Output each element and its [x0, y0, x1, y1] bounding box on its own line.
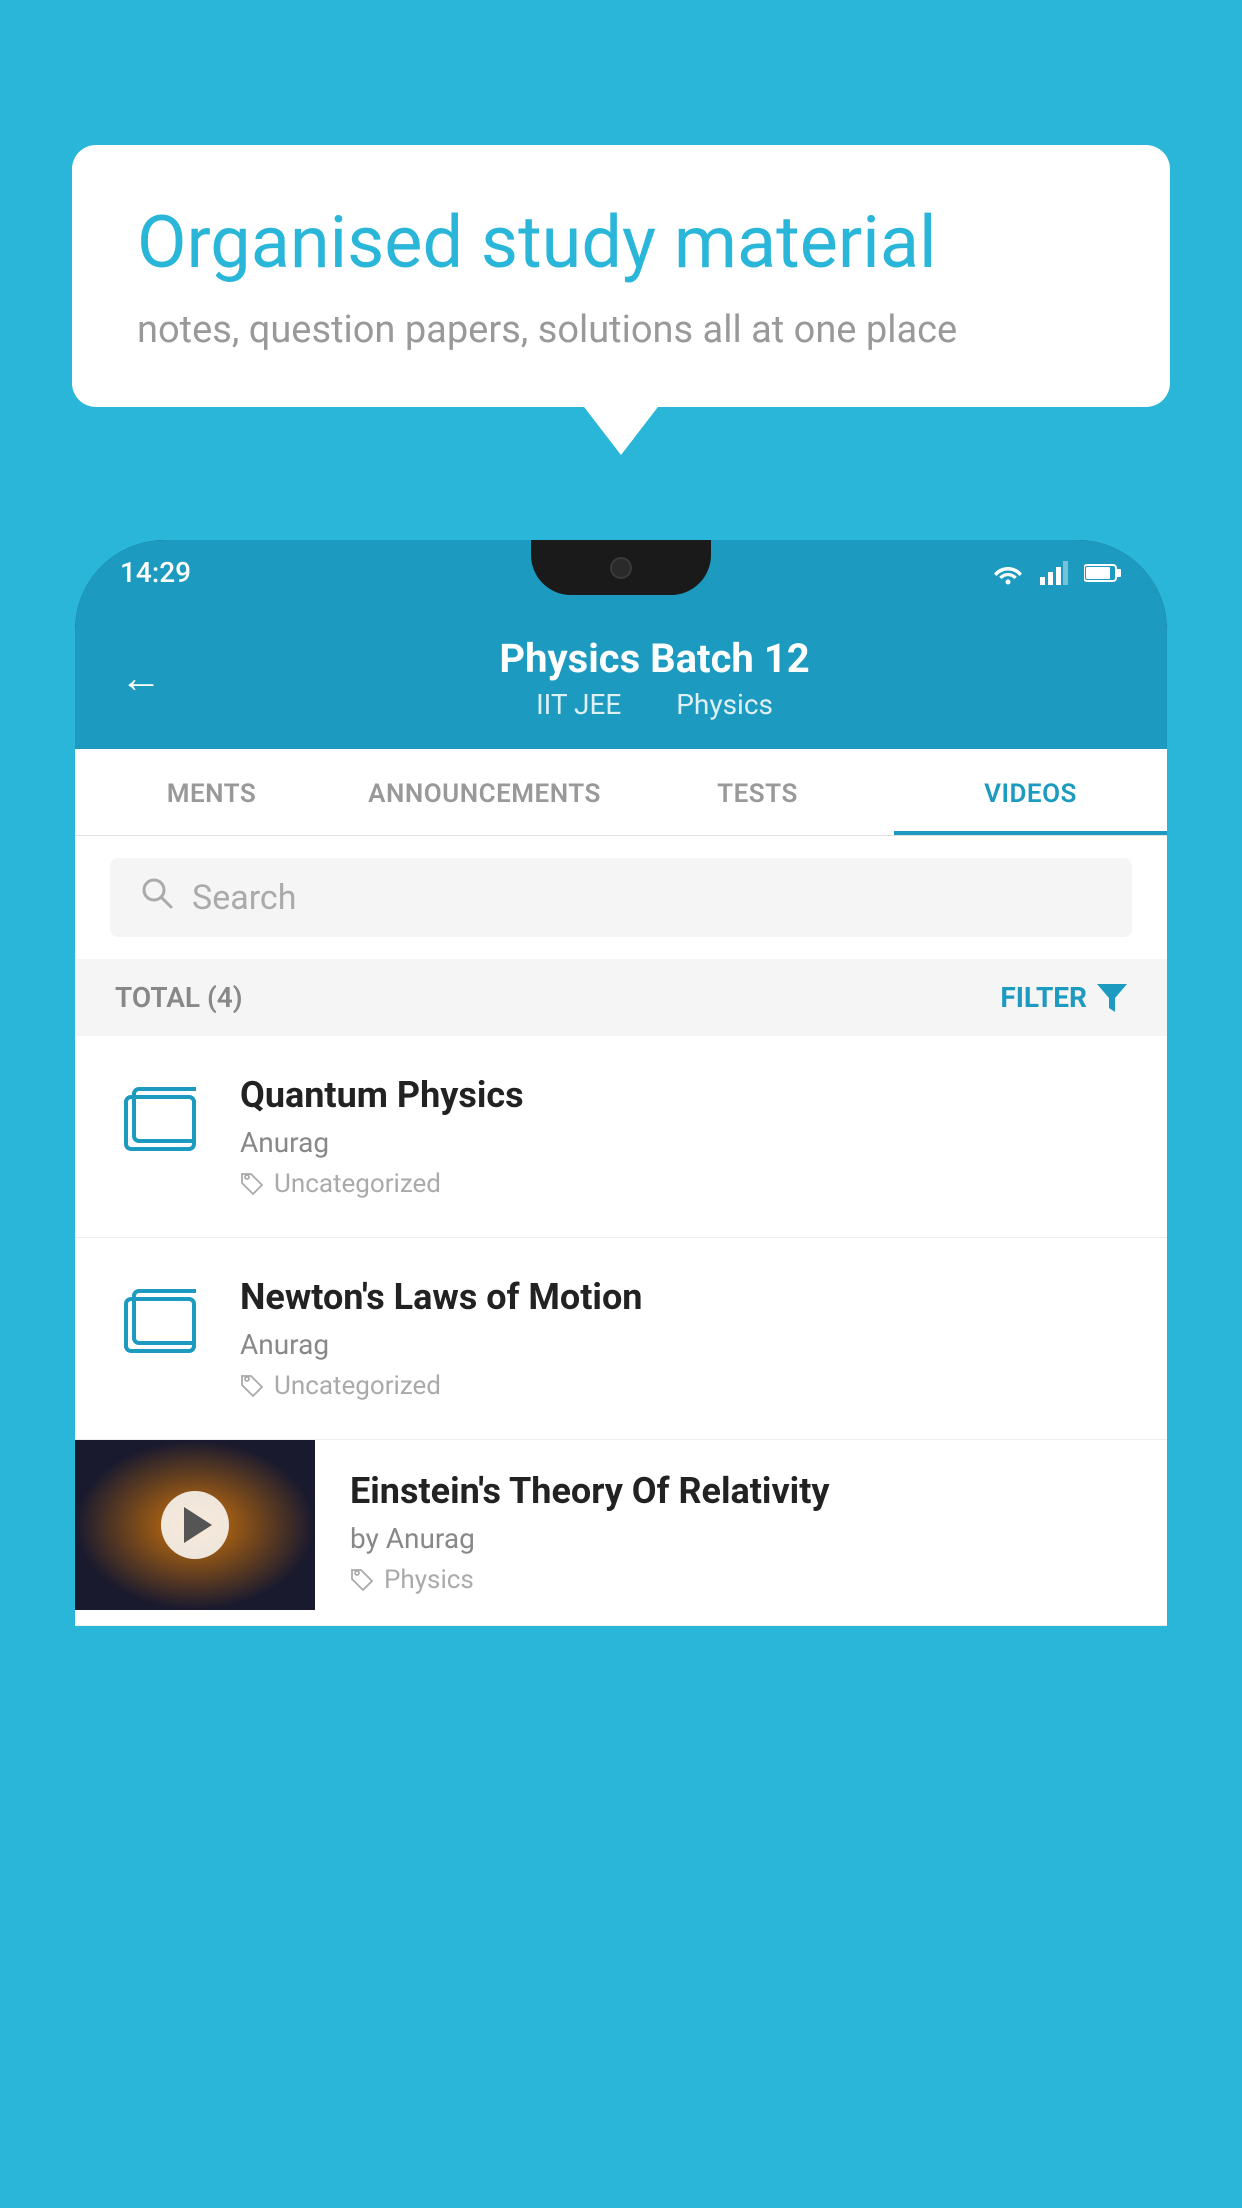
speech-bubble-container: Organised study material notes, question… — [72, 145, 1170, 407]
item-tag: Uncategorized — [240, 1169, 1127, 1199]
item-tag-text: Physics — [384, 1565, 474, 1595]
status-time: 14:29 — [120, 556, 191, 589]
battery-icon — [1084, 563, 1122, 583]
item-title: Quantum Physics — [240, 1074, 1127, 1116]
header-title-group: Physics Batch 12 IIT JEE Physics — [187, 635, 1122, 721]
list-item[interactable]: Quantum Physics Anurag Uncategorized — [75, 1036, 1167, 1238]
tag-icon — [240, 1374, 264, 1398]
tabs-bar: MENTS ANNOUNCEMENTS TESTS VIDEOS — [75, 749, 1167, 836]
search-input-wrapper[interactable]: Search — [110, 858, 1132, 937]
item-author: Anurag — [240, 1126, 1127, 1159]
bubble-title: Organised study material — [137, 200, 1105, 286]
header-subtitle-left: IIT JEE — [536, 688, 621, 721]
item-title: Newton's Laws of Motion — [240, 1276, 1127, 1318]
status-bar: 14:29 — [75, 540, 1167, 605]
item-title: Einstein's Theory Of Relativity — [350, 1470, 1132, 1512]
tag-icon — [350, 1568, 374, 1592]
filter-label: FILTER — [1000, 981, 1087, 1014]
item-tag-text: Uncategorized — [274, 1371, 441, 1401]
tab-videos[interactable]: VIDEOS — [894, 749, 1167, 835]
content-list: Quantum Physics Anurag Uncategorized — [75, 1036, 1167, 1626]
item-author: by Anurag — [350, 1522, 1132, 1555]
video-item-text: Einstein's Theory Of Relativity by Anura… — [315, 1440, 1167, 1625]
video-thumbnail — [75, 1440, 315, 1610]
item-text: Newton's Laws of Motion Anurag Uncategor… — [240, 1276, 1127, 1401]
filter-bar: TOTAL (4) FILTER — [75, 959, 1167, 1036]
tab-ments[interactable]: MENTS — [75, 749, 348, 835]
play-button[interactable] — [161, 1491, 229, 1559]
status-icons — [992, 561, 1122, 585]
item-author: Anurag — [240, 1328, 1127, 1361]
play-triangle-icon — [184, 1507, 212, 1543]
folder-icon — [124, 1083, 196, 1155]
item-icon-wrap — [115, 1276, 205, 1366]
phone-outer: 14:29 — [75, 540, 1167, 1626]
search-icon — [140, 876, 174, 919]
bubble-subtitle: notes, question papers, solutions all at… — [137, 308, 1105, 352]
search-container: Search — [75, 836, 1167, 959]
filter-button[interactable]: FILTER — [1000, 981, 1127, 1014]
tag-icon — [240, 1172, 264, 1196]
search-placeholder: Search — [192, 878, 296, 918]
item-text: Quantum Physics Anurag Uncategorized — [240, 1074, 1127, 1199]
signal-icon — [1040, 561, 1068, 585]
wifi-icon — [992, 561, 1024, 585]
list-item[interactable]: Newton's Laws of Motion Anurag Uncategor… — [75, 1238, 1167, 1440]
tab-tests[interactable]: TESTS — [621, 749, 894, 835]
item-icon-wrap — [115, 1074, 205, 1164]
item-tag-text: Uncategorized — [274, 1169, 441, 1199]
camera-dot — [610, 557, 632, 579]
back-button[interactable]: ← — [120, 654, 162, 703]
list-item-video[interactable]: Einstein's Theory Of Relativity by Anura… — [75, 1440, 1167, 1626]
folder-icon — [124, 1285, 196, 1357]
header-subtitle-right: Physics — [676, 688, 773, 721]
item-tag: Physics — [350, 1565, 1132, 1595]
header-title: Physics Batch 12 — [187, 635, 1122, 682]
notch — [531, 540, 711, 595]
phone-container: 14:29 — [75, 540, 1167, 2208]
tab-announcements[interactable]: ANNOUNCEMENTS — [348, 749, 621, 835]
total-label: TOTAL (4) — [115, 981, 243, 1014]
filter-icon — [1097, 984, 1127, 1012]
item-tag: Uncategorized — [240, 1371, 1127, 1401]
header-subtitle: IIT JEE Physics — [187, 688, 1122, 721]
speech-bubble: Organised study material notes, question… — [72, 145, 1170, 407]
app-header: ← Physics Batch 12 IIT JEE Physics — [75, 605, 1167, 749]
